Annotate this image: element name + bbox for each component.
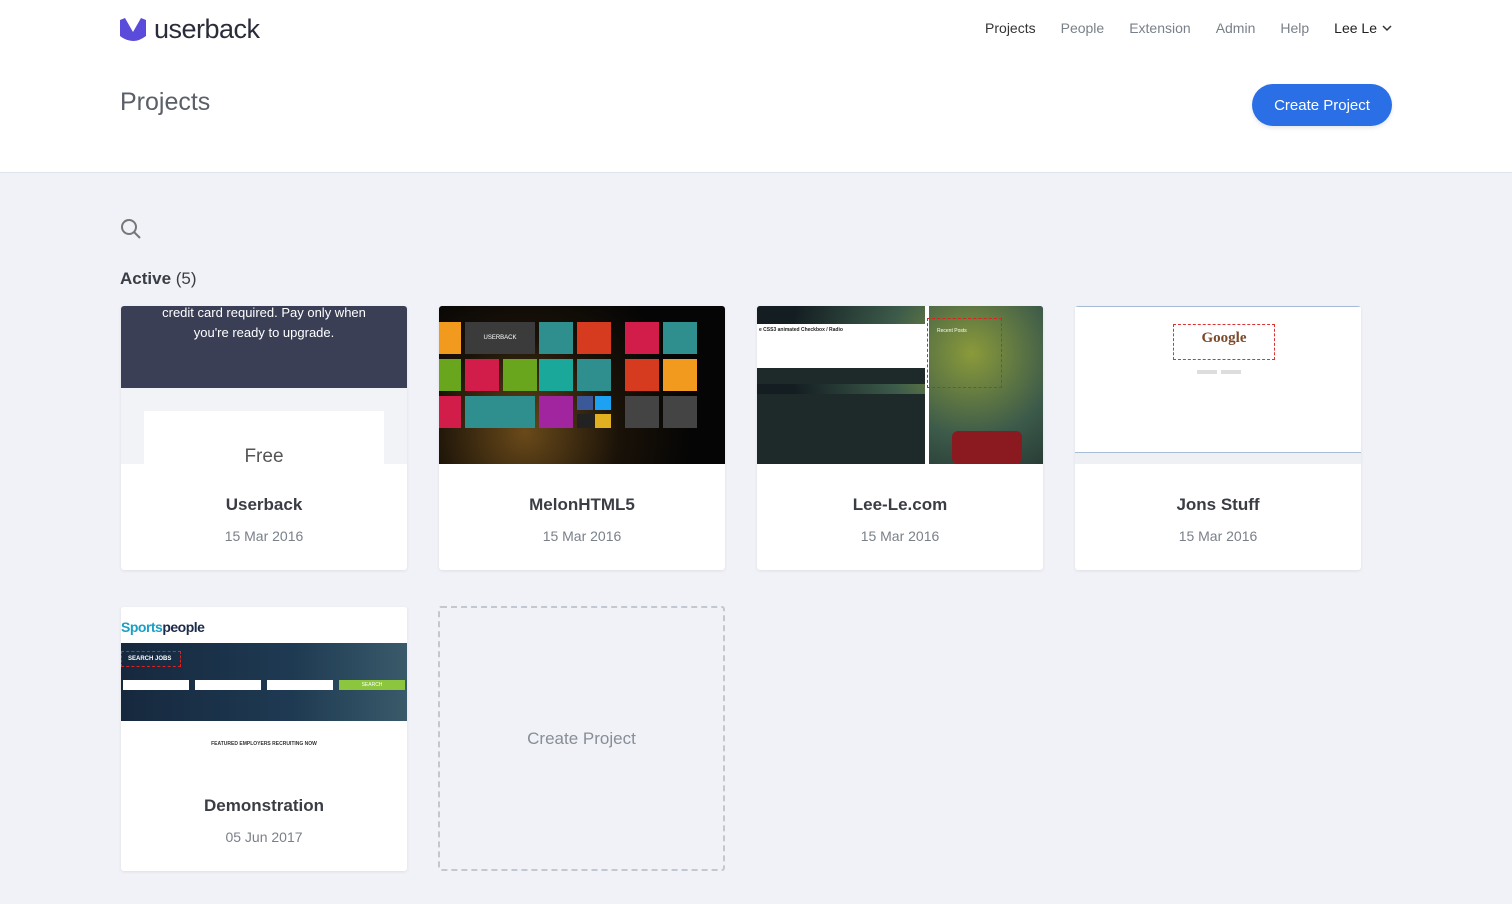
thumb-tile: USERBACK <box>465 322 535 354</box>
project-date: 15 Mar 2016 <box>542 528 622 544</box>
thumb-tile <box>465 359 499 391</box>
userback-logo[interactable]: userback <box>118 14 260 45</box>
project-date: 15 Mar 2016 <box>224 528 304 544</box>
thumb-code <box>757 394 925 464</box>
thumb-tile <box>539 359 573 391</box>
thumb-banner-line: credit card required. Pay only when <box>162 306 366 320</box>
userback-logo-icon <box>120 17 146 41</box>
project-card-demonstration[interactable]: Sportspeople SEARCH JOBS SEARCH FEATURED… <box>121 607 407 871</box>
project-thumbnail: Google <box>1075 306 1361 464</box>
project-date: 15 Mar 2016 <box>860 528 940 544</box>
thumb-tile <box>663 359 697 391</box>
create-project-card[interactable]: Create Project <box>438 606 725 871</box>
thumb-banner-text: credit card required. Pay only when you'… <box>121 306 407 343</box>
thumb-heading: e CSS3 animated Checkbox / Radio <box>759 327 843 333</box>
thumb-plan-label: Free <box>244 446 284 464</box>
thumb-field <box>267 680 333 690</box>
thumb-car <box>952 431 1022 464</box>
project-card-melonhtml5[interactable]: USERBACK MelonHTML5 15 Mar 2016 <box>439 306 725 570</box>
main-nav: Projects People Extension Admin Help Lee… <box>985 20 1392 36</box>
page-title: Projects <box>120 88 211 116</box>
thumb-tile <box>577 322 611 354</box>
thumb-cta: SEARCH <box>339 680 405 690</box>
thumb-tile <box>595 414 611 428</box>
project-name: Lee-Le.com <box>852 495 948 514</box>
nav-extension[interactable]: Extension <box>1129 20 1190 36</box>
thumb-search-label: SEARCH JOBS <box>121 651 181 667</box>
project-card-userback[interactable]: credit card required. Pay only when you'… <box>121 306 407 570</box>
thumb-banner-line: you're ready to upgrade. <box>193 325 335 340</box>
project-thumbnail: credit card required. Pay only when you'… <box>121 306 407 464</box>
thumb-brand: Sportspeople <box>121 619 205 635</box>
project-name: Demonstration <box>204 796 324 815</box>
brand-name: userback <box>154 14 260 44</box>
chevron-down-icon <box>1382 25 1392 32</box>
project-name: MelonHTML5 <box>529 495 635 514</box>
thumb-tile <box>465 396 535 428</box>
project-name: Userback <box>225 495 303 514</box>
user-name: Lee Le <box>1334 20 1377 36</box>
user-menu[interactable]: Lee Le <box>1334 20 1392 36</box>
thumb-button <box>1221 370 1241 374</box>
thumb-logo: Google <box>1201 330 1247 346</box>
search-icon[interactable] <box>120 218 142 240</box>
section-label: Active <box>120 269 172 288</box>
thumb-field <box>195 680 261 690</box>
thumb-field <box>123 680 189 690</box>
thumb-border <box>1075 306 1361 307</box>
project-date: 05 Jun 2017 <box>225 829 303 845</box>
thumb-tile <box>539 322 573 354</box>
project-date: 15 Mar 2016 <box>1178 528 1258 544</box>
thumb-tile <box>577 396 593 410</box>
section-count: (5) <box>175 269 197 288</box>
thumb-tile <box>503 359 537 391</box>
thumb-brand-part: people <box>162 619 205 635</box>
section-title: Active (5) <box>120 269 197 289</box>
thumb-tile <box>625 359 659 391</box>
nav-admin[interactable]: Admin <box>1216 20 1256 36</box>
create-project-button[interactable]: Create Project <box>1252 84 1392 126</box>
thumb-tile <box>577 414 593 428</box>
top-header: userback Projects People Extension Admin… <box>0 0 1512 173</box>
thumb-tile <box>625 396 659 428</box>
nav-people[interactable]: People <box>1061 20 1105 36</box>
thumb-side-title: Recent Posts <box>937 328 967 334</box>
project-thumbnail: USERBACK <box>439 306 725 464</box>
thumb-tile <box>577 359 611 391</box>
thumb-brand-part: Sports <box>121 619 163 635</box>
thumb-tile <box>595 396 611 410</box>
thumb-featured: FEATURED EMPLOYERS RECRUITING NOW <box>211 741 317 747</box>
project-card-lee-le[interactable]: e CSS3 animated Checkbox / Radio Recent … <box>757 306 1043 570</box>
nav-help[interactable]: Help <box>1280 20 1309 36</box>
thumb-tile <box>625 322 659 354</box>
project-card-jons-stuff[interactable]: Google Jons Stuff 15 Mar 2016 <box>1075 306 1361 570</box>
project-thumbnail: e CSS3 animated Checkbox / Radio Recent … <box>757 306 1043 464</box>
create-project-card-label: Create Project <box>527 728 636 748</box>
thumb-tile <box>439 322 461 354</box>
thumb-button <box>1197 370 1217 374</box>
thumb-tile <box>439 396 461 428</box>
project-thumbnail: Sportspeople SEARCH JOBS SEARCH FEATURED… <box>121 607 407 765</box>
thumb-footer <box>1075 452 1361 464</box>
thumb-tile <box>663 396 697 428</box>
nav-projects[interactable]: Projects <box>985 20 1036 36</box>
project-name: Jons Stuff <box>1176 495 1260 514</box>
thumb-tile <box>663 322 697 354</box>
thumb-code <box>757 368 925 384</box>
thumb-tile <box>439 359 461 391</box>
thumb-tile <box>539 396 573 428</box>
